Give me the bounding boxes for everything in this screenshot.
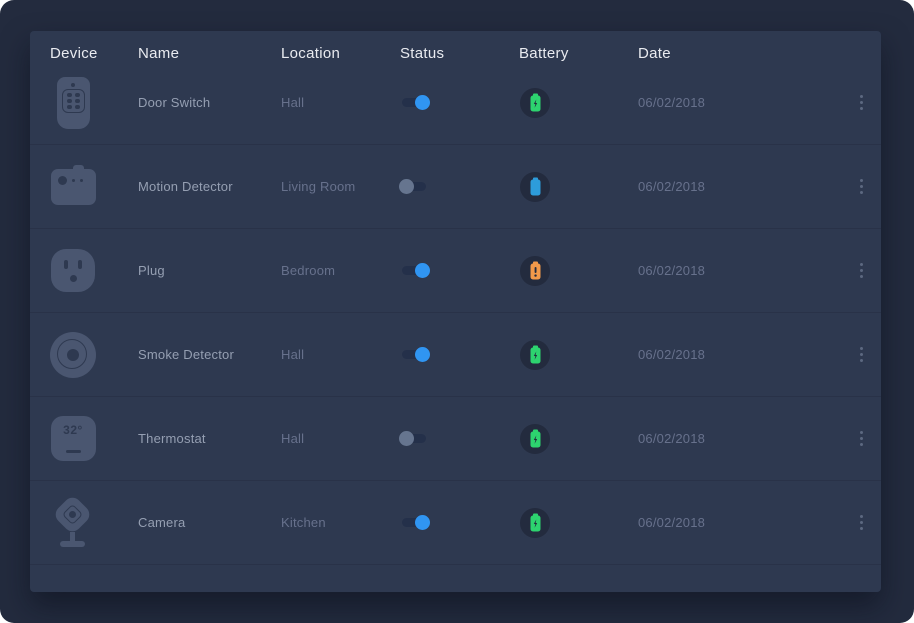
device-location: Kitchen (281, 515, 400, 530)
table-row: Smoke Detector Hall 06/02/2018 (30, 313, 881, 397)
device-date: 06/02/2018 (638, 515, 842, 530)
status-toggle[interactable] (402, 431, 428, 446)
table-row: Camera Kitchen 06/02/2018 (30, 481, 881, 565)
table-row: Plug Bedroom 06/02/2018 (30, 229, 881, 313)
battery-badge (520, 340, 550, 370)
device-date: 06/02/2018 (638, 179, 842, 194)
device-date: 06/02/2018 (638, 95, 842, 110)
table-header-row: Device Name Location Status Battery Date (30, 31, 881, 61)
devices-table-card: Device Name Location Status Battery Date… (30, 31, 881, 592)
device-date: 06/02/2018 (638, 263, 842, 278)
row-menu-button[interactable] (842, 175, 881, 198)
device-location: Hall (281, 347, 400, 362)
column-header-battery: Battery (519, 45, 638, 62)
device-location: Hall (281, 95, 400, 110)
battery-badge (520, 88, 550, 118)
status-toggle[interactable] (402, 95, 428, 110)
battery-badge (520, 172, 550, 202)
device-name: Plug (138, 263, 281, 278)
device-location: Bedroom (281, 263, 400, 278)
battery-icon (529, 93, 542, 112)
device-location: Living Room (281, 179, 400, 194)
battery-icon (529, 177, 542, 196)
status-toggle[interactable] (402, 263, 428, 278)
plug-icon (50, 242, 96, 300)
device-name: Smoke Detector (138, 347, 281, 362)
battery-icon (529, 345, 542, 364)
row-menu-button[interactable] (842, 427, 881, 450)
battery-icon (529, 513, 542, 532)
column-header-status: Status (400, 45, 519, 62)
device-location: Hall (281, 431, 400, 446)
battery-icon (529, 429, 542, 448)
device-date: 06/02/2018 (638, 431, 842, 446)
battery-badge (520, 508, 550, 538)
column-header-name: Name (138, 45, 281, 62)
status-toggle[interactable] (402, 179, 428, 194)
column-header-date: Date (638, 45, 842, 62)
row-menu-button[interactable] (842, 91, 881, 114)
smoke-detector-icon (50, 326, 96, 384)
column-header-location: Location (281, 45, 400, 62)
table-row: Motion Detector Living Room 06/02/2018 (30, 145, 881, 229)
table-row: 32° Thermostat Hall 06/02/2018 (30, 397, 881, 481)
column-header-device: Device (50, 45, 138, 62)
device-name: Camera (138, 515, 281, 530)
battery-badge (520, 424, 550, 454)
device-name: Door Switch (138, 95, 281, 110)
table-row: Door Switch Hall 06/02/2018 (30, 61, 881, 145)
device-name: Motion Detector (138, 179, 281, 194)
row-menu-button[interactable] (842, 343, 881, 366)
status-toggle[interactable] (402, 347, 428, 362)
battery-badge (520, 256, 550, 286)
battery-icon (529, 261, 542, 280)
thermostat-icon: 32° (50, 410, 96, 468)
app-screen: Device Name Location Status Battery Date… (0, 0, 914, 623)
motion-detector-icon (50, 158, 96, 216)
thermostat-temp-label: 32° (51, 423, 96, 437)
device-date: 06/02/2018 (638, 347, 842, 362)
row-menu-button[interactable] (842, 511, 881, 534)
camera-icon (50, 494, 96, 552)
remote-icon (50, 74, 96, 132)
status-toggle[interactable] (402, 515, 428, 530)
device-name: Thermostat (138, 431, 281, 446)
row-menu-button[interactable] (842, 259, 881, 282)
